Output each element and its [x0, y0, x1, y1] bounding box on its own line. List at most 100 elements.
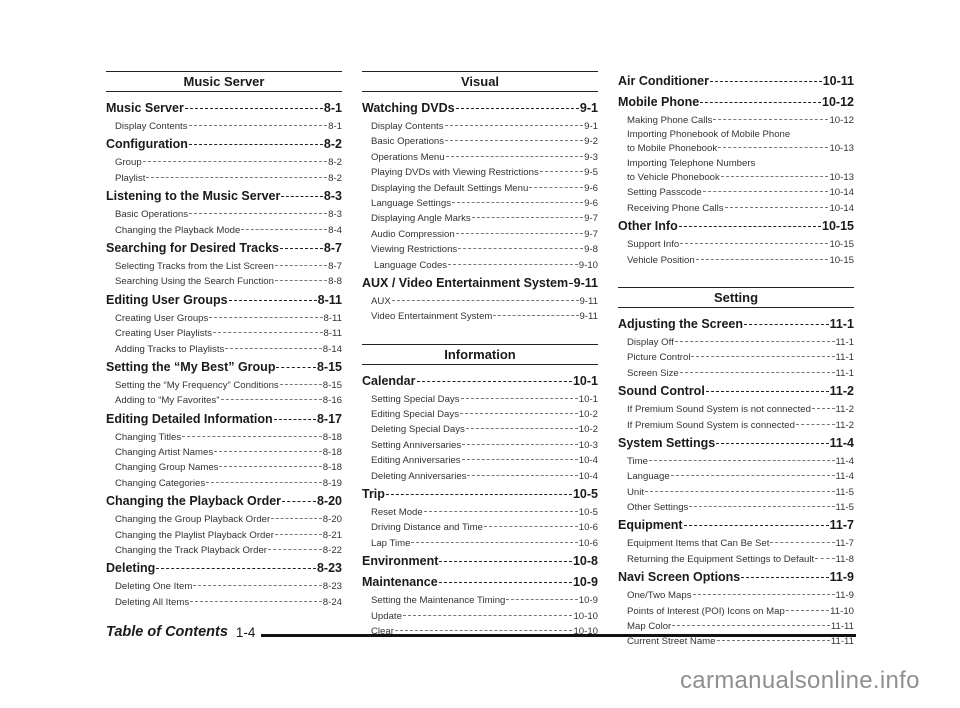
toc-topic-entry[interactable]: If Premium Sound System is not connected… [618, 402, 854, 417]
toc-topic-entry[interactable]: Display Off 11-1 [618, 335, 854, 350]
toc-chapter-entry[interactable]: Other Info 10-15 [618, 216, 854, 237]
toc-topic-entry[interactable]: Language Settings 9-6 [362, 196, 598, 211]
entry-title: Changing the Playback Mode [115, 224, 241, 236]
entry-title: Editing Special Days [371, 409, 459, 421]
toc-topic-entry[interactable]: Returning the Equipment Settings to Defa… [618, 552, 854, 567]
toc-chapter-entry[interactable]: Editing Detailed Information 8-17 [106, 409, 342, 430]
toc-topic-entry[interactable]: Setting Passcode 10-14 [618, 185, 854, 200]
toc-topic-entry[interactable]: Editing Anniversaries 10-4 [362, 453, 598, 468]
toc-topic-entry[interactable]: Language 11-4 [618, 469, 854, 484]
toc-topic-entry[interactable]: Displaying the Default Settings Menu 9-6 [362, 181, 598, 196]
dot-leader [539, 171, 584, 173]
toc-topic-entry[interactable]: to Mobile Phonebook 10-13 [627, 142, 854, 157]
toc-topic-entry[interactable]: Adding Tracks to Playlists 8-14 [106, 342, 342, 357]
toc-topic-entry[interactable]: If Premium Sound System is connected 11-2 [618, 418, 854, 433]
toc-topic-entry[interactable]: to Vehicle Phonebook 10-13 [627, 171, 854, 186]
toc-topic-entry[interactable]: Selecting Tracks from the List Screen 8-7 [106, 259, 342, 274]
toc-topic-entry[interactable]: Audio Compression 9-7 [362, 227, 598, 242]
toc-chapter-entry[interactable]: Environment 10-8 [362, 551, 598, 572]
toc-topic-entry[interactable]: Unit 11-5 [618, 485, 854, 500]
toc-topic-entry[interactable]: Support Info 10-15 [618, 237, 854, 252]
toc-topic-entry[interactable]: One/Two Maps 11-9 [618, 588, 854, 603]
entry-title: AUX [371, 295, 391, 307]
toc-topic-entry[interactable]: Changing Artist Names 8-18 [106, 445, 342, 460]
toc-topic-entry[interactable]: Changing Categories 8-19 [106, 476, 342, 491]
toc-chapter-entry[interactable]: Searching for Desired Tracks 8-7 [106, 238, 342, 259]
toc-chapter-entry[interactable]: Configuration 8-2 [106, 134, 342, 155]
toc-topic-entry[interactable]: Other Settings 11-5 [618, 500, 854, 515]
toc-topic-entry[interactable]: Setting Special Days 10-1 [362, 392, 598, 407]
toc-topic-entry[interactable]: Displaying Angle Marks 9-7 [362, 211, 598, 226]
toc-topic-entry[interactable]: Changing Group Names 8-18 [106, 460, 342, 475]
dot-leader [282, 501, 316, 503]
toc-chapter-entry[interactable]: Listening to the Music Server 8-3 [106, 186, 342, 207]
toc-chapter-entry[interactable]: Maintenance 10-9 [362, 572, 598, 593]
toc-topic-entry[interactable]: Equipment Items that Can Be Set 11-7 [618, 536, 854, 551]
toc-topic-entry[interactable]: Display Contents 9-1 [362, 119, 598, 134]
toc-chapter-entry[interactable]: Adjusting the Screen 11-1 [618, 314, 854, 335]
toc-topic-entry[interactable]: Changing the Playlist Playback Order 8-21 [106, 528, 342, 543]
toc-chapter-entry[interactable]: Watching DVDs 9-1 [362, 98, 598, 119]
toc-topic-entry[interactable]: Creating User Playlists 8-11 [106, 326, 342, 341]
toc-topic-entry[interactable]: Creating User Groups 8-11 [106, 311, 342, 326]
toc-topic-entry[interactable]: Making Phone Calls 10-12 [618, 113, 854, 128]
toc-chapter-entry[interactable]: Changing the Playback Order 8-20 [106, 491, 342, 512]
toc-chapter-entry[interactable]: AUX / Video Entertainment System 9-11 [362, 273, 598, 294]
toc-topic-entry[interactable]: Driving Distance and Time 10-6 [362, 520, 598, 535]
toc-chapter-entry[interactable]: System Settings 11-4 [618, 433, 854, 454]
toc-topic-entry[interactable]: Deleting All Items 8-24 [106, 595, 342, 610]
toc-topic-entry[interactable]: Playlist 8-2 [106, 171, 342, 186]
toc-chapter-entry[interactable]: Setting the “My Best” Group 8-15 [106, 357, 342, 378]
toc-topic-entry[interactable]: Basic Operations 8-3 [106, 207, 342, 222]
toc-chapter-entry[interactable]: Sound Control 11-2 [618, 381, 854, 402]
toc-topic-entry-multiline[interactable]: Importing Phonebook of Mobile Phone to Mo… [618, 128, 854, 157]
toc-chapter-entry[interactable]: Mobile Phone 10-12 [618, 92, 854, 113]
toc-topic-entry[interactable]: Adding to “My Favorites” 8-16 [106, 393, 342, 408]
toc-chapter-entry[interactable]: Trip 10-5 [362, 484, 598, 505]
toc-topic-entry[interactable]: Video Entertainment System 9-11 [362, 309, 598, 324]
toc-chapter-entry[interactable]: Air Conditioner 10-11 [618, 71, 854, 92]
toc-topic-entry[interactable]: Deleting One Item 8-23 [106, 579, 342, 594]
toc-topic-entry[interactable]: Playing DVDs with Viewing Restrictions 9-… [362, 165, 598, 180]
toc-chapter-entry[interactable]: Navi Screen Options 11-9 [618, 567, 854, 588]
toc-chapter-entry[interactable]: Deleting 8-23 [106, 558, 342, 579]
toc-topic-entry[interactable]: Deleting Anniversaries 10-4 [362, 469, 598, 484]
toc-topic-entry[interactable]: Viewing Restrictions 9-8 [362, 242, 598, 257]
toc-topic-entry[interactable]: Screen Size 11-1 [618, 366, 854, 381]
toc-chapter-entry[interactable]: Calendar 10-1 [362, 371, 598, 392]
dot-leader [795, 423, 835, 425]
toc-topic-entry[interactable]: Display Contents 8-1 [106, 119, 342, 134]
toc-topic-entry[interactable]: AUX 9-11 [362, 294, 598, 309]
toc-chapter-entry[interactable]: Equipment 11-7 [618, 515, 854, 536]
toc-topic-entry[interactable]: Time 11-4 [618, 454, 854, 469]
toc-topic-entry[interactable]: Points of Interest (POI) Icons on Map 11-… [618, 604, 854, 619]
toc-topic-entry[interactable]: Lap Time 10-6 [362, 536, 598, 551]
toc-topic-entry[interactable]: Reset Mode 10-5 [362, 505, 598, 520]
toc-topic-entry[interactable]: Vehicle Position 10-15 [618, 253, 854, 268]
toc-chapter-entry[interactable]: Editing User Groups 8-11 [106, 290, 342, 311]
toc-topic-entry[interactable]: Basic Operations 9-2 [362, 134, 598, 149]
toc-topic-entry[interactable]: Editing Special Days 10-2 [362, 407, 598, 422]
toc-topic-entry[interactable]: Changing Titles 8-18 [106, 430, 342, 445]
toc-topic-entry[interactable]: Deleting Special Days 10-2 [362, 422, 598, 437]
toc-topic-entry[interactable]: Language Codes 9-10 [362, 258, 598, 273]
toc-topic-entry[interactable]: Changing the Track Playback Order 8-22 [106, 543, 342, 558]
toc-topic-entry-multiline[interactable]: Importing Telephone Numbers to Vehicle Ph… [618, 157, 854, 186]
toc-topic-entry[interactable]: Changing the Group Playback Order 8-20 [106, 512, 342, 527]
toc-topic-entry[interactable]: Changing the Playback Mode 8-4 [106, 223, 342, 238]
dot-leader [713, 119, 829, 120]
dot-leader [142, 161, 328, 163]
toc-chapter-entry[interactable]: Music Server 8-1 [106, 98, 342, 119]
toc-topic-entry[interactable]: Operations Menu 9-3 [362, 150, 598, 165]
toc-topic-entry[interactable]: Setting Anniversaries 10-3 [362, 438, 598, 453]
toc-topic-entry[interactable]: Receiving Phone Calls 10-14 [618, 201, 854, 216]
toc-topic-entry[interactable]: Searching Using the Search Function 8-8 [106, 274, 342, 289]
toc-column-2: Visual Watching DVDs 9-1 Display Contents 9-… [362, 70, 598, 639]
toc-topic-entry[interactable]: Picture Control 11-1 [618, 350, 854, 365]
entry-page-number: 8-22 [322, 545, 342, 557]
entry-page-number: 9-5 [584, 167, 598, 179]
toc-topic-entry[interactable]: Group 8-2 [106, 155, 342, 170]
toc-topic-entry[interactable]: Setting the “My Frequency” Conditions 8-1… [106, 378, 342, 393]
entry-title: Maintenance [362, 575, 438, 590]
toc-topic-entry[interactable]: Setting the Maintenance Timing 10-9 [362, 593, 598, 608]
